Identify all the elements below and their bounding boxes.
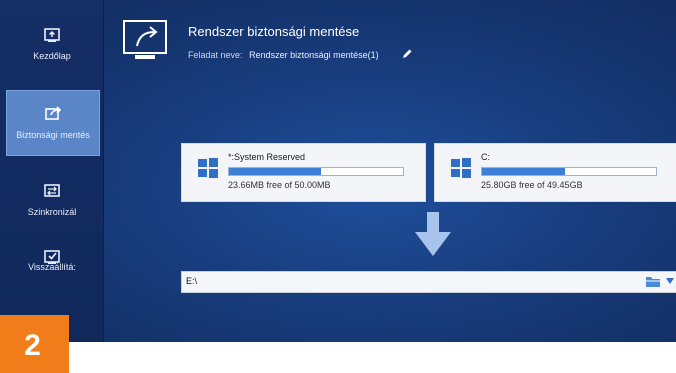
partition-label: C: [481,152,490,162]
sidebar-item-restore[interactable]: Visszaállítá: [6,234,98,298]
sidebar-item-home[interactable]: Kezdőlap [6,12,98,76]
partition-usage-fill [229,168,321,175]
task-name-label: Feladat neve: [188,50,243,60]
sidebar-item-backup[interactable]: Biztonsági mentés [6,90,100,156]
windows-logo-icon [451,158,471,178]
sidebar: Kezdőlap Biztonsági mentés Szinkronizál [0,0,104,342]
sidebar-item-label: Szinkronizál [27,207,77,217]
task-name-value[interactable]: Rendszer biztonsági mentése(1) [249,50,379,60]
destination-path-field[interactable]: E:\ [181,271,676,293]
sidebar-item-label: Biztonsági mentés [16,130,90,140]
step-number: 2 [24,329,41,362]
sidebar-item-label: Kezdőlap [33,51,71,61]
arrow-down-icon [415,212,451,256]
windows-logo-icon [198,158,218,178]
step-number-badge: 2 [0,315,69,373]
page-title: Rendszer biztonsági mentése [188,24,360,39]
sidebar-item-sync[interactable]: Szinkronizál [6,168,98,232]
sync-icon [44,184,60,197]
backup-app-window: Kezdőlap Biztonsági mentés Szinkronizál [0,0,676,342]
partition-usage-bar [481,167,657,176]
source-partition-card[interactable]: C: 25.80GB free of 49.45GB [434,143,676,202]
sidebar-item-label: Visszaállítá: [28,262,76,272]
task-name-row: Feladat neve: Rendszer biztonsági mentés… [188,50,379,60]
partition-label: *:System Reserved [228,152,306,162]
edit-pencil-icon[interactable] [401,48,413,60]
partition-free-space: 23.66MB free of 50.00MB [228,180,331,190]
chevron-down-icon[interactable] [666,278,674,284]
partition-usage-bar [228,167,404,176]
source-partition-card[interactable]: *:System Reserved 23.66MB free of 50.00M… [181,143,426,202]
partition-free-space: 25.80GB free of 49.45GB [481,180,583,190]
partition-usage-fill [482,168,566,175]
destination-path: E:\ [186,276,198,286]
home-icon [44,28,60,42]
folder-browse-icon[interactable] [645,275,661,288]
backup-icon [45,106,62,120]
backup-share-icon [123,20,167,59]
